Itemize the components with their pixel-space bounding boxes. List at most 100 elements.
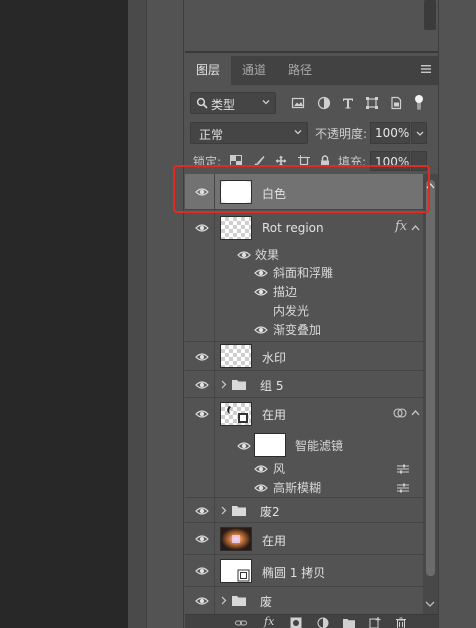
eye-icon[interactable] <box>195 380 209 390</box>
eye-icon[interactable] <box>195 596 209 606</box>
eye-icon[interactable] <box>254 268 268 278</box>
group-row[interactable]: 废2 <box>185 498 423 523</box>
panel-menu-icon[interactable] <box>420 63 432 77</box>
layer-name: 水印 <box>262 351 287 365</box>
smart-object-badge-icon <box>227 406 248 423</box>
eye-icon[interactable] <box>254 287 268 297</box>
effect-gradient-overlay[interactable]: 渐变叠加 <box>273 321 321 338</box>
link-layers-icon[interactable] <box>235 617 247 628</box>
filter-pixel-icon[interactable] <box>291 96 305 110</box>
layer-thumbnail <box>220 559 252 583</box>
layer-thumbnail <box>220 402 252 426</box>
photo-thumbnail-icon <box>221 528 251 550</box>
layer-name: 椭圆 1 拷贝 <box>262 566 326 580</box>
filter-options-icon[interactable] <box>397 464 409 474</box>
fill-dropdown-button[interactable] <box>411 151 427 171</box>
chevron-up-icon[interactable] <box>411 224 420 231</box>
smart-filters-group: 智能滤镜 风 高斯模糊 <box>185 428 423 498</box>
eye-icon[interactable] <box>195 223 209 233</box>
delete-layer-icon[interactable] <box>395 617 407 628</box>
eye-icon[interactable] <box>195 506 209 516</box>
filter-smart-object-icon[interactable] <box>389 96 403 110</box>
new-adjustment-layer-icon[interactable] <box>317 617 329 628</box>
group-row[interactable]: 废 <box>185 587 423 614</box>
layer-row[interactable]: 椭圆 1 拷贝 <box>185 555 423 587</box>
opacity-value: 100% <box>375 126 410 140</box>
chevron-down-icon <box>262 100 270 105</box>
layer-filter-row: 类型 <box>185 90 438 118</box>
shape-layer-badge-icon <box>237 569 250 582</box>
add-layer-style-button[interactable]: fx <box>264 615 274 628</box>
new-layer-icon[interactable] <box>369 617 381 628</box>
layer-row[interactable]: 在用 <box>185 398 423 428</box>
lock-artboard-icon[interactable] <box>298 155 310 167</box>
chevron-down-icon <box>416 131 424 136</box>
tab-layers[interactable]: 图层 <box>185 56 232 85</box>
eye-icon[interactable] <box>254 325 268 335</box>
layer-row[interactable]: Rot region fx <box>185 210 423 246</box>
eye-icon[interactable] <box>195 352 209 362</box>
layer-name: 白色 <box>262 187 287 201</box>
eye-icon[interactable] <box>254 483 268 493</box>
folder-icon <box>232 380 246 390</box>
lock-label: 锁定: <box>193 155 222 169</box>
lock-brush-icon[interactable] <box>253 155 265 167</box>
filter-options-icon[interactable] <box>397 483 409 493</box>
fill-label: 填充: <box>338 155 367 169</box>
blend-row: 正常 不透明度: 100% <box>185 121 438 145</box>
tab-channels[interactable]: 通道 <box>231 56 277 85</box>
tab-paths[interactable]: 路径 <box>277 56 323 85</box>
scroll-down-arrow-icon[interactable] <box>425 601 435 608</box>
fill-input[interactable]: 100% <box>370 151 410 171</box>
eye-icon[interactable] <box>195 187 209 197</box>
effect-bevel-emboss[interactable]: 斜面和浮雕 <box>273 264 333 281</box>
upper-panel-scrollbar[interactable] <box>424 0 436 30</box>
filter-kind-select[interactable]: 类型 <box>190 92 276 114</box>
filter-gaussian-blur[interactable]: 高斯模糊 <box>273 479 321 496</box>
layers-scrollbar[interactable] <box>423 174 438 614</box>
add-mask-icon[interactable] <box>290 617 302 628</box>
eye-icon[interactable] <box>237 441 251 451</box>
effect-inner-glow[interactable]: 内发光 <box>273 302 309 319</box>
fx-badge[interactable]: fx <box>395 219 407 234</box>
eye-icon[interactable] <box>254 464 268 474</box>
filter-wind[interactable]: 风 <box>273 460 285 477</box>
smart-filters-label[interactable]: 智能滤镜 <box>295 437 343 454</box>
folder-icon <box>232 506 246 516</box>
layer-row[interactable]: 水印 <box>185 342 423 371</box>
filter-mask-thumbnail[interactable] <box>254 433 286 457</box>
document-canvas[interactable] <box>0 0 128 628</box>
blend-mode-select[interactable]: 正常 <box>190 122 308 144</box>
scrollbar-thumb[interactable] <box>426 180 435 576</box>
layer-thumbnail <box>220 216 252 240</box>
smart-filter-icon[interactable] <box>393 407 407 419</box>
opacity-input[interactable]: 100% <box>370 122 410 144</box>
layer-name: 在用 <box>262 408 287 422</box>
lock-transparent-icon[interactable] <box>230 155 242 167</box>
chevron-right-icon[interactable] <box>221 380 227 389</box>
eye-icon[interactable] <box>237 250 251 260</box>
upper-panel <box>185 0 438 53</box>
chevron-right-icon[interactable] <box>221 506 227 515</box>
group-row[interactable]: 组 5 <box>185 371 423 398</box>
chevron-up-icon[interactable] <box>411 409 420 416</box>
filter-adjustment-icon[interactable] <box>317 96 331 110</box>
filter-shape-icon[interactable] <box>365 96 379 110</box>
layer-row[interactable]: 白色 <box>185 174 423 210</box>
scroll-up-arrow-icon[interactable] <box>426 182 435 189</box>
eye-icon[interactable] <box>195 566 209 576</box>
lock-move-icon[interactable] <box>275 155 287 167</box>
eye-icon[interactable] <box>195 534 209 544</box>
lock-all-icon[interactable] <box>319 155 331 167</box>
effect-stroke[interactable]: 描边 <box>273 283 297 300</box>
visibility-column <box>185 428 215 497</box>
new-group-icon[interactable] <box>343 617 355 628</box>
lock-row: 锁定: 填充: 100% <box>185 148 438 171</box>
filter-type-icon[interactable] <box>341 96 355 110</box>
effects-header[interactable]: 效果 <box>255 246 279 263</box>
chevron-right-icon[interactable] <box>221 596 227 605</box>
opacity-dropdown-button[interactable] <box>411 122 427 144</box>
eye-icon[interactable] <box>195 409 209 419</box>
filter-toggle-icon[interactable] <box>414 94 424 112</box>
layer-row[interactable]: 在用 <box>185 523 423 555</box>
